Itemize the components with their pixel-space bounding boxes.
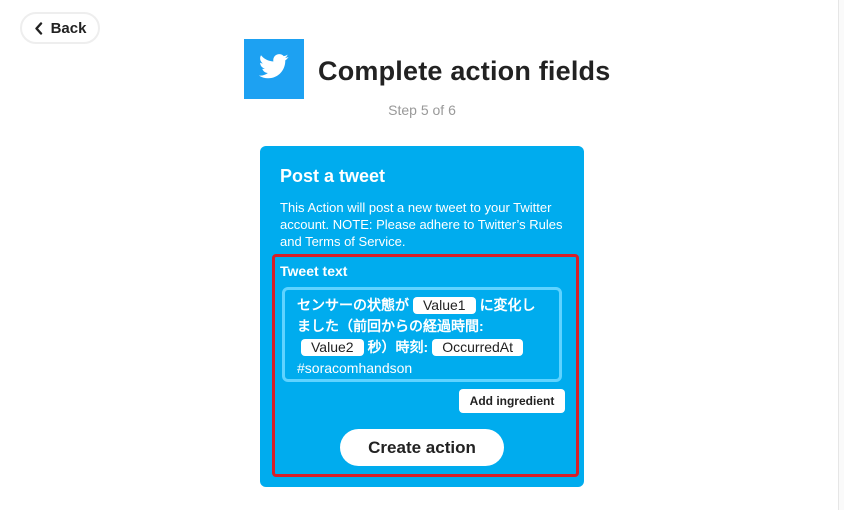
card-description: This Action will post a new tweet to you… <box>280 200 563 249</box>
add-ingredient-button[interactable]: Add ingredient <box>459 389 565 413</box>
tweet-text-label: Tweet text <box>280 263 348 279</box>
ingredient-occurredat[interactable]: OccurredAt <box>432 339 524 356</box>
tweet-text-segment: センサーの状態が <box>297 297 409 313</box>
page: Back Complete action fields Step 5 of 6 … <box>0 0 844 510</box>
back-label: Back <box>50 19 87 37</box>
tweet-text-segment: 秒）時刻: <box>367 339 429 355</box>
tweet-text-field[interactable]: センサーの状態が Value1 に変化しました（前回からの経過時間:Value2 秒）… <box>282 287 562 382</box>
chevron-left-icon <box>34 21 43 35</box>
tweet-hashtag: #soracomhandson <box>297 360 413 376</box>
twitter-bird-icon <box>258 54 289 84</box>
action-card: Post a tweet This Action will post a new… <box>260 146 584 487</box>
back-button[interactable]: Back <box>20 12 100 44</box>
card-title: Post a tweet <box>280 166 386 186</box>
page-title: Complete action fields <box>318 56 611 86</box>
create-action-button[interactable]: Create action <box>340 429 504 466</box>
ingredient-value1[interactable]: Value1 <box>413 297 476 314</box>
scrollbar-track[interactable] <box>838 0 844 510</box>
ingredient-value2[interactable]: Value2 <box>301 339 364 356</box>
step-indicator: Step 5 of 6 <box>388 102 456 118</box>
twitter-service-logo <box>244 39 304 99</box>
